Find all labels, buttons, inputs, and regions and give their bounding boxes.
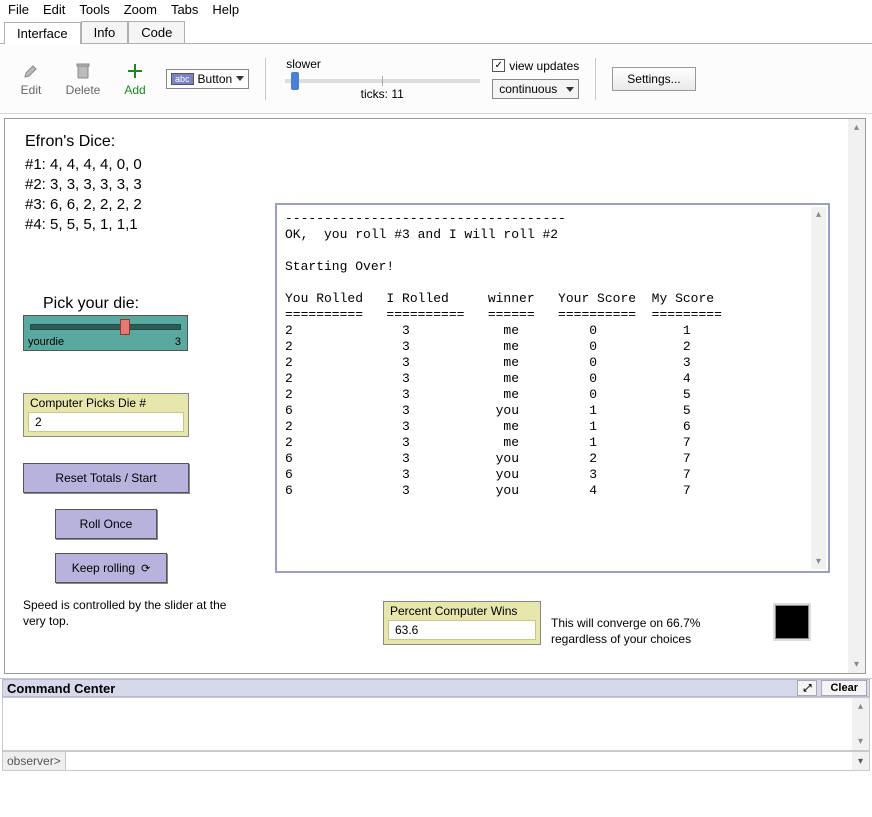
speed-label: slower <box>286 57 321 71</box>
element-type-dropdown[interactable]: abc Button <box>166 69 249 89</box>
tool-add[interactable]: Add <box>114 61 156 97</box>
computer-picks-monitor: Computer Picks Die # 2 <box>23 393 189 437</box>
tab-code[interactable]: Code <box>128 21 185 43</box>
output-text: ------------------------------------ OK,… <box>277 205 828 505</box>
command-center-output: ▴ ▾ <box>2 697 870 751</box>
menu-bar: File Edit Tools Zoom Tabs Help <box>0 0 872 19</box>
dice-line: #2: 3, 3, 3, 3, 3, 3 <box>25 175 142 195</box>
settings-button[interactable]: Settings... <box>612 67 695 91</box>
tool-delete[interactable]: Delete <box>62 61 104 97</box>
trash-icon <box>73 61 93 81</box>
scroll-up-icon[interactable]: ▴ <box>852 698 869 715</box>
dice-list: #1: 4, 4, 4, 4, 0, 0 #2: 3, 3, 3, 3, 3, … <box>25 155 142 235</box>
keep-rolling-label: Keep rolling <box>72 561 135 575</box>
scroll-up-icon[interactable]: ▴ <box>848 119 865 136</box>
view-updates-checkbox[interactable]: ✓ view updates <box>492 59 579 73</box>
main-tabs: Interface Info Code <box>0 19 872 44</box>
canvas-scrollbar[interactable]: ▴ ▾ <box>848 119 865 673</box>
monitor-title: Computer Picks Die # <box>24 394 188 412</box>
forever-icon: ⟳ <box>141 562 150 575</box>
roll-once-button[interactable]: Roll Once <box>55 509 157 539</box>
agent-selector[interactable]: observer> <box>3 752 66 770</box>
output-scrollbar[interactable]: ▴ ▾ <box>811 207 826 569</box>
pick-your-die-label: Pick your die: <box>43 295 139 313</box>
tool-add-label: Add <box>124 83 145 97</box>
monitor-value: 63.6 <box>388 620 536 640</box>
view-update-group: ✓ view updates continuous <box>492 59 579 99</box>
interface-toolbar: Edit Delete Add abc Button slower ticks:… <box>0 44 872 114</box>
monitor-title: Percent Computer Wins <box>384 602 540 620</box>
command-center-title: Command Center <box>7 681 115 696</box>
plus-icon <box>125 61 145 81</box>
command-input[interactable] <box>66 752 852 770</box>
interface-canvas: Efron's Dice: #1: 4, 4, 4, 4, 0, 0 #2: 3… <box>4 118 866 674</box>
update-mode-dropdown[interactable]: continuous <box>492 79 579 99</box>
dice-line: #3: 6, 6, 2, 2, 2, 2 <box>25 195 142 215</box>
element-type-value: Button <box>198 72 233 86</box>
percent-wins-monitor: Percent Computer Wins 63.6 <box>383 601 541 645</box>
ticks-counter: ticks: 11 <box>361 87 404 101</box>
speed-note: Speed is controlled by the slider at the… <box>23 597 233 629</box>
slider-value: 3 <box>175 336 181 348</box>
menu-file[interactable]: File <box>8 2 29 17</box>
output-area: ------------------------------------ OK,… <box>275 203 830 573</box>
menu-edit[interactable]: Edit <box>43 2 65 17</box>
keep-rolling-button[interactable]: Keep rolling ⟳ <box>55 553 167 583</box>
pencil-icon <box>21 61 41 81</box>
view-updates-label: view updates <box>509 59 579 73</box>
separator <box>265 58 266 100</box>
cc-expand-button[interactable]: ⤢ <box>797 680 817 696</box>
slider-thumb[interactable] <box>120 319 130 335</box>
dice-line: #1: 4, 4, 4, 4, 0, 0 <box>25 155 142 175</box>
scroll-down-icon[interactable]: ▾ <box>848 656 865 673</box>
tool-delete-label: Delete <box>66 83 101 97</box>
slider-name: yourdie <box>28 336 64 348</box>
yourdie-slider[interactable]: yourdie 3 <box>23 315 188 351</box>
tool-edit-label: Edit <box>21 83 42 97</box>
menu-help[interactable]: Help <box>212 2 239 17</box>
menu-tabs[interactable]: Tabs <box>171 2 198 17</box>
command-center-header: Command Center ⤢ Clear <box>2 679 870 697</box>
speed-slider-group: slower ticks: 11 <box>282 57 482 101</box>
monitor-value: 2 <box>28 412 184 432</box>
update-mode-value: continuous <box>499 82 557 96</box>
tab-info[interactable]: Info <box>81 21 129 43</box>
command-center-prompt: observer> ▾ <box>2 751 870 771</box>
tab-interface[interactable]: Interface <box>4 22 81 44</box>
menu-zoom[interactable]: Zoom <box>124 2 157 17</box>
abc-icon: abc <box>171 73 194 85</box>
dice-title: Efron's Dice: <box>25 133 115 151</box>
converge-note: This will converge on 66.7% regardless o… <box>551 615 741 647</box>
cc-clear-button[interactable]: Clear <box>821 680 867 696</box>
history-dropdown[interactable]: ▾ <box>852 752 869 770</box>
separator <box>595 58 596 100</box>
scroll-down-icon[interactable]: ▾ <box>811 554 826 569</box>
tool-edit[interactable]: Edit <box>10 61 52 97</box>
expand-icon: ⤢ <box>803 683 811 694</box>
caret-down-icon <box>236 76 244 81</box>
scroll-up-icon[interactable]: ▴ <box>811 207 826 222</box>
scroll-down-icon[interactable]: ▾ <box>852 733 869 750</box>
dice-line: #4: 5, 5, 5, 1, 1,1 <box>25 215 142 235</box>
reset-button[interactable]: Reset Totals / Start <box>23 463 189 493</box>
speed-slider[interactable] <box>285 79 480 83</box>
world-view[interactable] <box>775 605 809 639</box>
checkbox-icon: ✓ <box>492 59 505 72</box>
menu-tools[interactable]: Tools <box>79 2 109 17</box>
cc-scrollbar[interactable]: ▴ ▾ <box>852 698 869 750</box>
